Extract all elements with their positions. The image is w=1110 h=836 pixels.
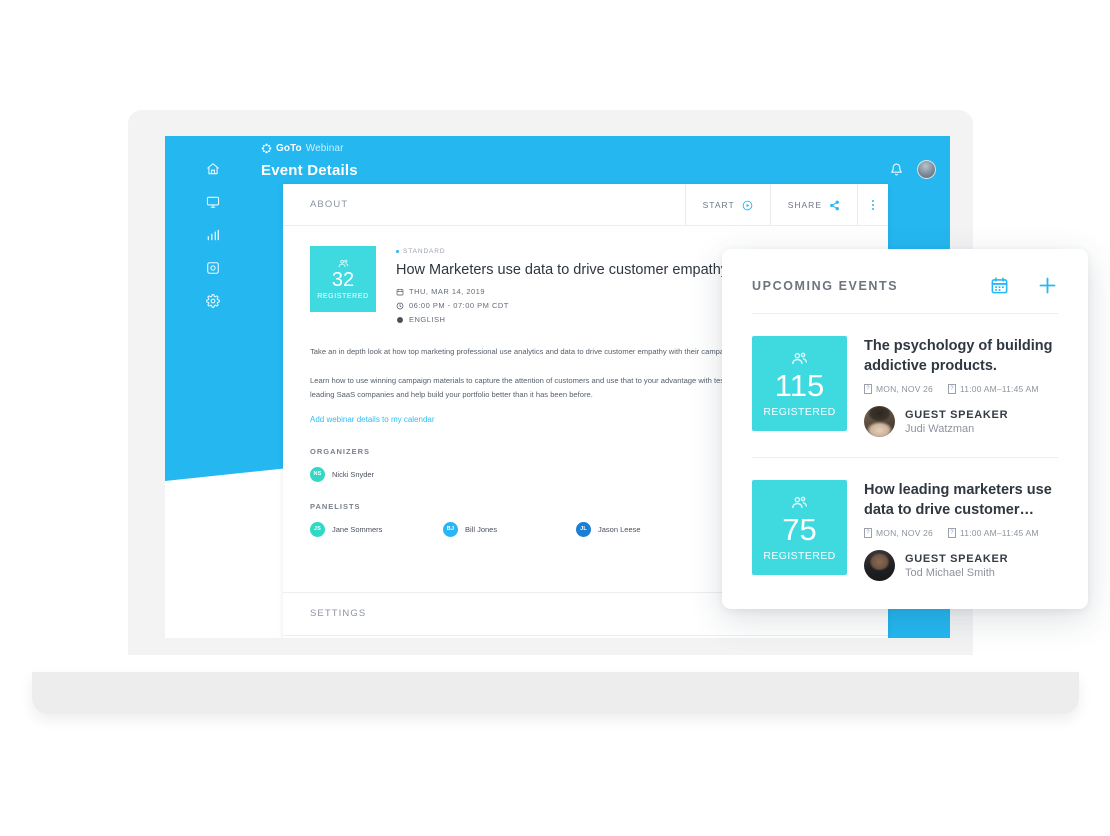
person-name: Bill Jones	[465, 524, 498, 534]
start-label: START	[702, 200, 735, 210]
plus-icon[interactable]	[1037, 275, 1058, 296]
avatar: BJ	[443, 521, 458, 537]
calendar-glyph-icon: ?	[864, 384, 872, 395]
clock-glyph-icon: ?	[948, 384, 956, 395]
section-settings-label: SETTINGS	[310, 608, 367, 620]
list-item[interactable]: 115 REGISTERED The psychology of buildin…	[752, 314, 1058, 459]
avatar	[864, 550, 895, 582]
user-avatar[interactable]	[917, 160, 936, 179]
event-date: MON, NOV 26	[876, 384, 933, 395]
speaker-name: Judi Watzman	[905, 422, 975, 435]
upcoming-events-panel: UPCOMING EVENTS 115 REGISTERED The psych…	[722, 249, 1088, 610]
sidebar-item-webinars[interactable]	[206, 195, 220, 209]
person-name: Nicki Snyder	[332, 469, 375, 479]
list-item[interactable]: BJ Bill Jones	[443, 521, 576, 537]
event-date-row: THU, MAR 14, 2019	[396, 287, 728, 296]
standard-tag: STANDARD	[396, 248, 728, 255]
registered-word: REGISTERED	[763, 549, 836, 562]
guest-speaker: GUEST SPEAKER Judi Watzman	[864, 406, 1058, 438]
event-language-row: ENGLISH	[396, 315, 728, 324]
section-branding-colors[interactable]: BRANDING & COLORS	[283, 634, 888, 638]
event-time-row: 06:00 PM - 07:00 PM CDT	[396, 301, 728, 310]
more-options-button[interactable]	[857, 184, 888, 226]
brand-goto-text: GoTo	[276, 143, 302, 154]
event-date: MON, NOV 26	[876, 528, 933, 539]
panel-header: UPCOMING EVENTS	[752, 275, 1058, 314]
brand-webinar-text: Webinar	[305, 143, 344, 154]
share-icon	[830, 200, 839, 210]
list-item[interactable]: JL Jason Leese	[576, 521, 709, 537]
event-title: How leading marketers use data to drive …	[864, 482, 1052, 518]
calendar-icon[interactable]	[990, 276, 1009, 295]
registered-count: 115	[774, 367, 825, 403]
sidebar-item-analytics[interactable]	[206, 228, 220, 242]
about-actions: START SHARE	[684, 184, 888, 226]
event-language: ENGLISH	[409, 315, 446, 324]
registered-badge: 75 REGISTERED	[752, 480, 847, 576]
event-when: ? MON, NOV 26 ? 11:00 AM–11:45 AM	[864, 528, 1058, 539]
event-date: THU, MAR 14, 2019	[409, 287, 486, 296]
speaker-name: Tod Michael Smith	[905, 566, 995, 579]
avatar: JS	[310, 521, 325, 537]
play-circle-icon	[742, 200, 753, 210]
page-title: Event Details	[261, 162, 358, 179]
event-title: How Marketers use data to drive customer…	[396, 262, 729, 278]
event-time: 06:00 PM - 07:00 PM CDT	[409, 301, 509, 310]
person-name: Jason Leese	[598, 524, 641, 534]
page-title-row: Event Details	[261, 162, 358, 179]
guest-speaker: GUEST SPEAKER Tod Michael Smith	[864, 550, 1058, 582]
laptop-base	[32, 672, 1079, 714]
about-section-header: ABOUT START SHARE	[283, 184, 888, 226]
people-icon	[338, 259, 348, 268]
list-item[interactable]: NS Nicki Snyder	[310, 466, 443, 482]
avatar: JL	[576, 521, 591, 537]
registered-word: REGISTERED	[317, 293, 369, 300]
list-item[interactable]: 75 REGISTERED How leading marketers use …	[752, 458, 1058, 587]
registered-count: 32	[331, 269, 355, 291]
registered-word: REGISTERED	[763, 405, 836, 418]
white-underlay	[165, 508, 297, 638]
speaker-label: GUEST SPEAKER	[905, 552, 1009, 565]
clock-glyph-icon: ?	[948, 528, 956, 539]
gear-icon[interactable]	[206, 294, 220, 308]
calendar-icon	[396, 288, 404, 295]
registered-badge: 115 REGISTERED	[752, 336, 847, 431]
event-time: 11:00 AM–11:45 AM	[960, 384, 1039, 395]
asterisk-logo-icon	[261, 143, 272, 154]
event-time: 11:00 AM–11:45 AM	[960, 528, 1039, 539]
share-button[interactable]: SHARE	[769, 184, 857, 226]
event-title: The psychology of building addictive pro…	[864, 338, 1053, 374]
tag-dot-icon	[396, 250, 399, 253]
home-icon[interactable]	[206, 162, 220, 176]
person-name: Jane Sommers	[332, 524, 383, 534]
event-info: The psychology of building addictive pro…	[864, 336, 1058, 438]
clock-icon	[396, 302, 404, 309]
bell-icon[interactable]	[890, 163, 903, 176]
brand-logo[interactable]: GoTo Webinar	[261, 143, 344, 154]
about-label: ABOUT	[310, 199, 349, 210]
event-meta: STANDARD How Marketers use data to drive…	[396, 246, 728, 329]
event-when: ? MON, NOV 26 ? 11:00 AM–11:45 AM	[864, 384, 1058, 395]
list-item[interactable]: JS Jane Sommers	[310, 521, 443, 537]
sidebar-item-recordings[interactable]	[206, 261, 220, 275]
share-label: SHARE	[787, 200, 822, 210]
people-icon	[792, 352, 807, 364]
standard-tag-label: STANDARD	[403, 248, 446, 255]
add-to-calendar-link[interactable]: Add webinar details to my calendar	[310, 415, 435, 424]
globe-icon	[397, 316, 403, 323]
event-info: How leading marketers use data to drive …	[864, 480, 1058, 582]
panel-title: UPCOMING EVENTS	[752, 278, 899, 293]
sidebar-nav	[165, 160, 261, 308]
registered-count: 75	[782, 511, 817, 547]
avatar	[864, 406, 895, 438]
start-button[interactable]: START	[684, 184, 770, 226]
speaker-label: GUEST SPEAKER	[905, 408, 1009, 421]
header-actions	[890, 160, 936, 179]
avatar: NS	[310, 466, 325, 482]
calendar-glyph-icon: ?	[864, 528, 872, 539]
registered-badge: 32 REGISTERED	[310, 246, 376, 312]
more-vertical-icon	[872, 199, 874, 211]
people-icon	[792, 496, 807, 508]
